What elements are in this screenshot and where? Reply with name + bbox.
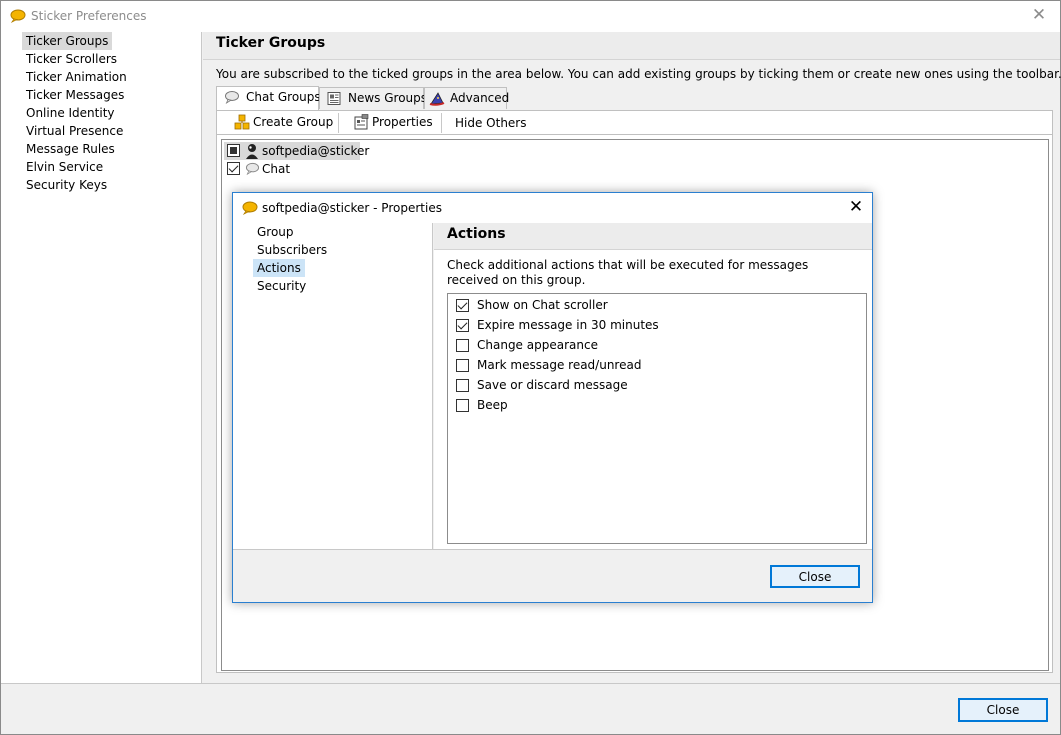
dialog-footer: Close (233, 549, 872, 602)
sidebar-item-virtual-presence[interactable]: Virtual Presence (22, 122, 127, 140)
properties-label: Properties (372, 115, 433, 129)
hide-others-button[interactable]: Hide Others (455, 113, 527, 135)
window-titlebar: Sticker Preferences ✕ (1, 1, 1060, 32)
dialog-actions-pane: Actions Check additional actions that wi… (434, 223, 872, 549)
dialog-sidebar: Group Subscribers Actions Security (233, 223, 433, 549)
action-checkbox[interactable] (456, 399, 469, 412)
action-checkbox[interactable] (456, 359, 469, 372)
sidebar-item-ticker-groups[interactable]: Ticker Groups (22, 32, 113, 50)
sidebar-item-elvin-service[interactable]: Elvin Service (22, 158, 107, 176)
actions-list: Show on Chat scroller Expire message in … (447, 293, 867, 544)
actions-header: Actions (434, 223, 872, 250)
window-footer: Close (1, 683, 1060, 734)
action-checkbox[interactable] (456, 299, 469, 312)
actions-title: Actions (447, 226, 506, 242)
speech-bubble-icon (245, 162, 260, 176)
tab-advanced[interactable]: Advanced (424, 87, 510, 109)
tab-news-groups[interactable]: News Groups (319, 87, 428, 109)
dialog-nav-group[interactable]: Group (253, 223, 298, 241)
tab-chat-groups[interactable]: Chat Groups (216, 86, 321, 110)
preferences-sidebar: Ticker Groups Ticker Scrollers Ticker An… (1, 32, 202, 683)
sidebar-item-message-rules[interactable]: Message Rules (22, 140, 119, 158)
action-checkbox[interactable] (456, 379, 469, 392)
section-header: Ticker Groups (203, 32, 1060, 60)
sidebar-item-ticker-animation[interactable]: Ticker Animation (22, 68, 131, 86)
window-title: Sticker Preferences (31, 9, 147, 23)
dialog-nav-subscribers[interactable]: Subscribers (253, 241, 331, 259)
groups-toolbar: Create Group Properties Hide Others (217, 111, 1052, 135)
speech-bubble-icon (225, 91, 239, 105)
tree-item-softpedia[interactable]: softpedia@sticker (224, 142, 369, 160)
tree-item-label: softpedia@sticker (262, 144, 370, 158)
properties-button[interactable]: Properties (350, 112, 433, 134)
dialog-title: softpedia@sticker - Properties (262, 201, 442, 215)
sidebar-item-online-identity[interactable]: Online Identity (22, 104, 119, 122)
properties-dialog: softpedia@sticker - Properties ✕ Group S… (232, 192, 873, 603)
tab-label: Advanced (450, 91, 510, 105)
tree-item-chat[interactable]: Chat (224, 160, 344, 178)
page-title: Ticker Groups (216, 35, 326, 51)
tree-item-label: Chat (262, 162, 291, 176)
dialog-nav-actions[interactable]: Actions (253, 259, 305, 277)
window-close-button[interactable]: ✕ (1030, 6, 1048, 24)
speech-bubble-icon (242, 201, 258, 215)
action-label: Show on Chat scroller (477, 298, 608, 312)
sidebar-item-ticker-messages[interactable]: Ticker Messages (22, 86, 128, 104)
action-checkbox[interactable] (456, 339, 469, 352)
actions-description: Check additional actions that will be ex… (447, 258, 809, 287)
dialog-close-action-button[interactable]: Close (770, 565, 860, 588)
sidebar-item-security-keys[interactable]: Security Keys (22, 176, 111, 194)
action-label: Beep (477, 398, 508, 412)
dialog-nav-security[interactable]: Security (253, 277, 310, 295)
tab-label: Chat Groups (246, 90, 321, 104)
dialog-titlebar: softpedia@sticker - Properties ✕ (233, 193, 872, 223)
create-group-icon (234, 114, 250, 130)
user-silhouette-icon (246, 144, 258, 159)
group-checkbox[interactable] (227, 144, 240, 157)
wizard-hat-icon (429, 92, 445, 106)
speech-bubble-icon (10, 9, 26, 23)
tab-label: News Groups (348, 91, 428, 105)
action-label: Change appearance (477, 338, 598, 352)
action-checkbox[interactable] (456, 319, 469, 332)
create-group-button[interactable]: Create Group (231, 112, 333, 134)
action-label: Save or discard message (477, 378, 628, 392)
action-label: Expire message in 30 minutes (477, 318, 659, 332)
properties-icon (354, 114, 369, 130)
action-label: Mark message read/unread (477, 358, 642, 372)
sidebar-item-ticker-scrollers[interactable]: Ticker Scrollers (22, 50, 121, 68)
dialog-close-button[interactable]: ✕ (847, 198, 865, 216)
newspaper-icon (327, 92, 341, 105)
chat-checkbox[interactable] (227, 162, 240, 175)
create-group-label: Create Group (253, 115, 334, 129)
hide-others-label: Hide Others (455, 116, 527, 130)
toolbar-separator (441, 113, 442, 133)
close-button[interactable]: Close (958, 698, 1048, 722)
section-description: You are subscribed to the ticked groups … (216, 67, 1061, 81)
toolbar-separator (338, 113, 339, 133)
